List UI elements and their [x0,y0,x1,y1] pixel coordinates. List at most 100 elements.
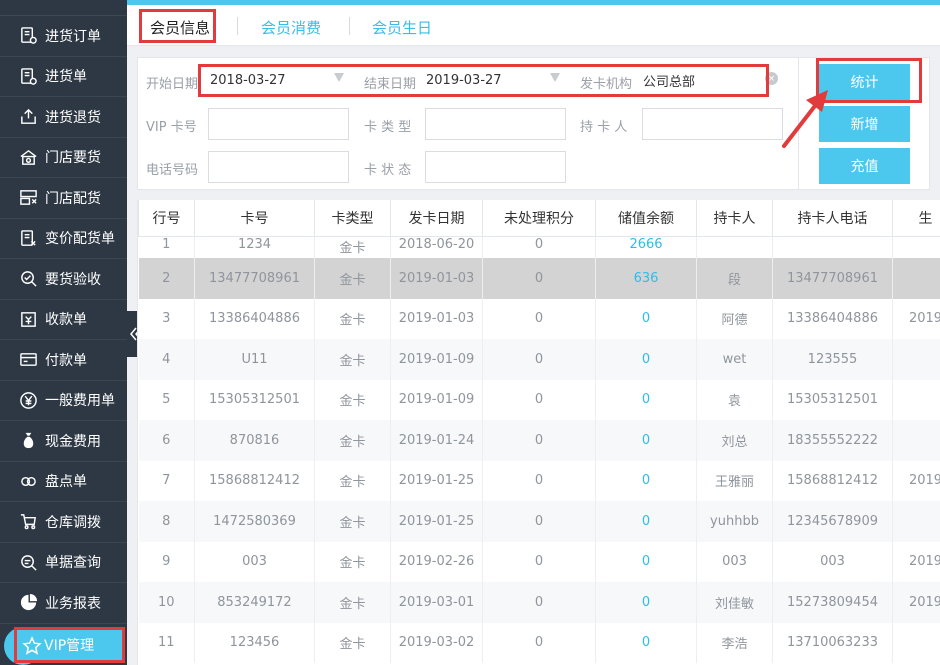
table-row[interactable]: 8 1472580369 金卡 2019-01-25 0 0 yuhhbb 12… [138,501,940,542]
table-row[interactable]: 4 U11 金卡 2019-01-09 0 0 wet 123555 [138,339,940,380]
end-date-select[interactable]: 2019-03-27 [420,66,564,94]
sidebar-item-purchase-return[interactable]: 进货退货 [0,97,127,138]
cell-holder: 阿德 [696,298,773,339]
cell-issue-date: 2019-01-09 [390,339,483,380]
col-header-balance[interactable]: 储值余额 [595,200,697,237]
sidebar-item-label: 盘点单 [45,474,87,491]
cell-card-no: 123456 [194,622,315,663]
col-header-issue-date[interactable]: 发卡日期 [390,200,483,237]
sidebar-item-label: 单据查询 [45,555,101,572]
vip-card-label: VIP 卡号 [146,120,197,135]
sidebar-item-purchase-receipt[interactable]: 进货单 [0,57,127,97]
clear-icon[interactable]: × [765,72,778,85]
table-row[interactable]: 5 15305312501 金卡 2019-01-09 0 0 袁 153053… [138,379,940,420]
start-date-label: 开始日期 [146,77,199,92]
col-header-holder[interactable]: 持卡人 [696,200,773,237]
sidebar-item-payment[interactable]: 付款单 [0,340,127,381]
sidebar-item-document-query[interactable]: 单据查询 [0,543,127,583]
sidebar-item-cash-expense[interactable]: 现金费用 [0,421,127,462]
cell-card-no: 1234 [194,236,315,258]
cell-holder: wet [696,339,773,380]
vip-menu-button[interactable]: VIP管理 [14,627,125,663]
table-header-row: 行号 卡号 卡类型 发卡日期 未处理积分 储值余额 持卡人 持卡人电话 生 [138,200,940,237]
table-row[interactable]: 7 15868812412 金卡 2019-01-25 0 0 王雅丽 1586… [138,460,940,501]
cell-issue-date: 2019-01-09 [390,379,483,420]
col-header-card-no[interactable]: 卡号 [194,200,315,237]
table-row[interactable]: 6 870816 金卡 2019-01-24 0 0 刘总 1835555222… [138,420,940,461]
sidebar: 进货订单 进货单 进货退货 门店要货 门店配货 变价配货单 要货验收 收款单 付… [0,0,127,665]
cell-card-type: 金卡 [314,258,391,299]
cell-card-type: 金卡 [314,541,391,582]
annotation-arrow-head [806,90,828,112]
payment-icon [18,350,38,370]
col-header-card-type[interactable]: 卡类型 [314,200,391,237]
cell-balance: 0 [595,339,697,380]
sidebar-item-receipt[interactable]: 收款单 [0,300,127,340]
start-date-value: 2018-03-27 [210,72,286,88]
sidebar-item-label: 门店要货 [45,150,101,167]
start-date-select[interactable]: 2018-03-27 [204,66,348,94]
cell-birthday: 2019 [892,582,940,623]
table-row[interactable]: 10 853249172 金卡 2019-03-01 0 0 刘佳敏 15273… [138,582,940,623]
sidebar-item-warehouse-transfer[interactable]: 仓库调拨 [0,502,127,543]
store-request-icon [18,147,38,167]
cell-card-type: 金卡 [314,622,391,663]
cell-card-no: 15305312501 [194,379,315,420]
recharge-button[interactable]: 充值 [819,148,910,184]
col-header-birthday[interactable]: 生 [892,200,940,237]
search-document-icon [18,552,38,572]
cell-card-type: 金卡 [314,339,391,380]
card-type-input[interactable] [425,108,566,140]
cell-card-type: 金卡 [314,501,391,542]
cell-points: 0 [482,582,596,623]
col-header-points[interactable]: 未处理积分 [482,200,596,237]
issuer-select[interactable]: 公司总部 [637,66,767,94]
cell-holder-phone: 12345678909 [772,501,893,542]
cell-balance: 0 [595,541,697,582]
cell-points: 0 [482,298,596,339]
cell-holder-phone: 15868812412 [772,460,893,501]
cell-card-no: 853249172 [194,582,315,623]
end-date-label: 结束日期 [364,77,417,92]
sidebar-top-item[interactable] [0,0,127,16]
vip-card-input[interactable] [208,108,349,140]
sidebar-item-vip[interactable]: VIP管理 [0,626,127,665]
sidebar-item-business-report[interactable]: 业务报表 [0,583,127,624]
col-header-holder-phone[interactable]: 持卡人电话 [772,200,893,237]
sidebar-item-store-request[interactable]: 门店要货 [0,138,127,178]
end-date-value: 2019-03-27 [426,72,502,88]
store-distribution-icon [18,188,38,208]
sidebar-item-inventory[interactable]: 盘点单 [0,462,127,502]
sidebar-item-store-distribution[interactable]: 门店配货 [0,178,127,219]
purchase-receipt-icon [18,66,38,86]
sidebar-item-acceptance[interactable]: 要货验收 [0,259,127,300]
table-row[interactable]: 2 13477708961 金卡 2019-01-03 0 636 段 1347… [138,258,940,299]
holder-input[interactable] [642,108,783,140]
cell-birthday: 2019 [892,541,940,582]
sidebar-item-purchase-order[interactable]: 进货订单 [0,16,127,57]
cell-issue-date: 2019-01-03 [390,258,483,299]
sidebar-item-label: 要货验收 [45,271,101,288]
table-row[interactable]: 3 13386404886 金卡 2019-01-03 0 0 阿德 13386… [138,298,940,339]
cell-card-type: 金卡 [314,582,391,623]
cell-row-no: 2 [138,258,195,299]
cash-bag-icon [18,431,38,451]
cell-card-type: 金卡 [314,460,391,501]
tab-member-consumption[interactable]: 会员消费 [261,13,321,41]
phone-input[interactable] [208,151,349,183]
tab-member-birthday[interactable]: 会员生日 [372,13,432,41]
col-header-row-no[interactable]: 行号 [138,200,195,237]
cell-holder: 003 [696,541,773,582]
table-row[interactable]: 1 1234 金卡 2018-06-20 0 2666 [138,236,940,258]
purchase-order-icon [18,26,38,46]
sidebar-item-general-expense[interactable]: 一般费用单 [0,381,127,421]
issuer-label: 发卡机构 [580,77,633,92]
table-row[interactable]: 11 123456 金卡 2019-03-02 0 0 李浩 137100632… [138,622,940,663]
issuer-value: 公司总部 [643,74,696,90]
sidebar-item-price-change[interactable]: 变价配货单 [0,219,127,259]
sidebar-item-label: 一般费用单 [45,393,115,410]
tab-member-info[interactable]: 会员信息 [150,13,210,41]
table-row[interactable]: 9 003 金卡 2019-02-26 0 0 003 003 2019 [138,541,940,582]
card-status-input[interactable] [425,151,566,183]
member-table-container[interactable]: 行号 卡号 卡类型 发卡日期 未处理积分 储值余额 持卡人 持卡人电话 生 1 … [137,200,940,665]
